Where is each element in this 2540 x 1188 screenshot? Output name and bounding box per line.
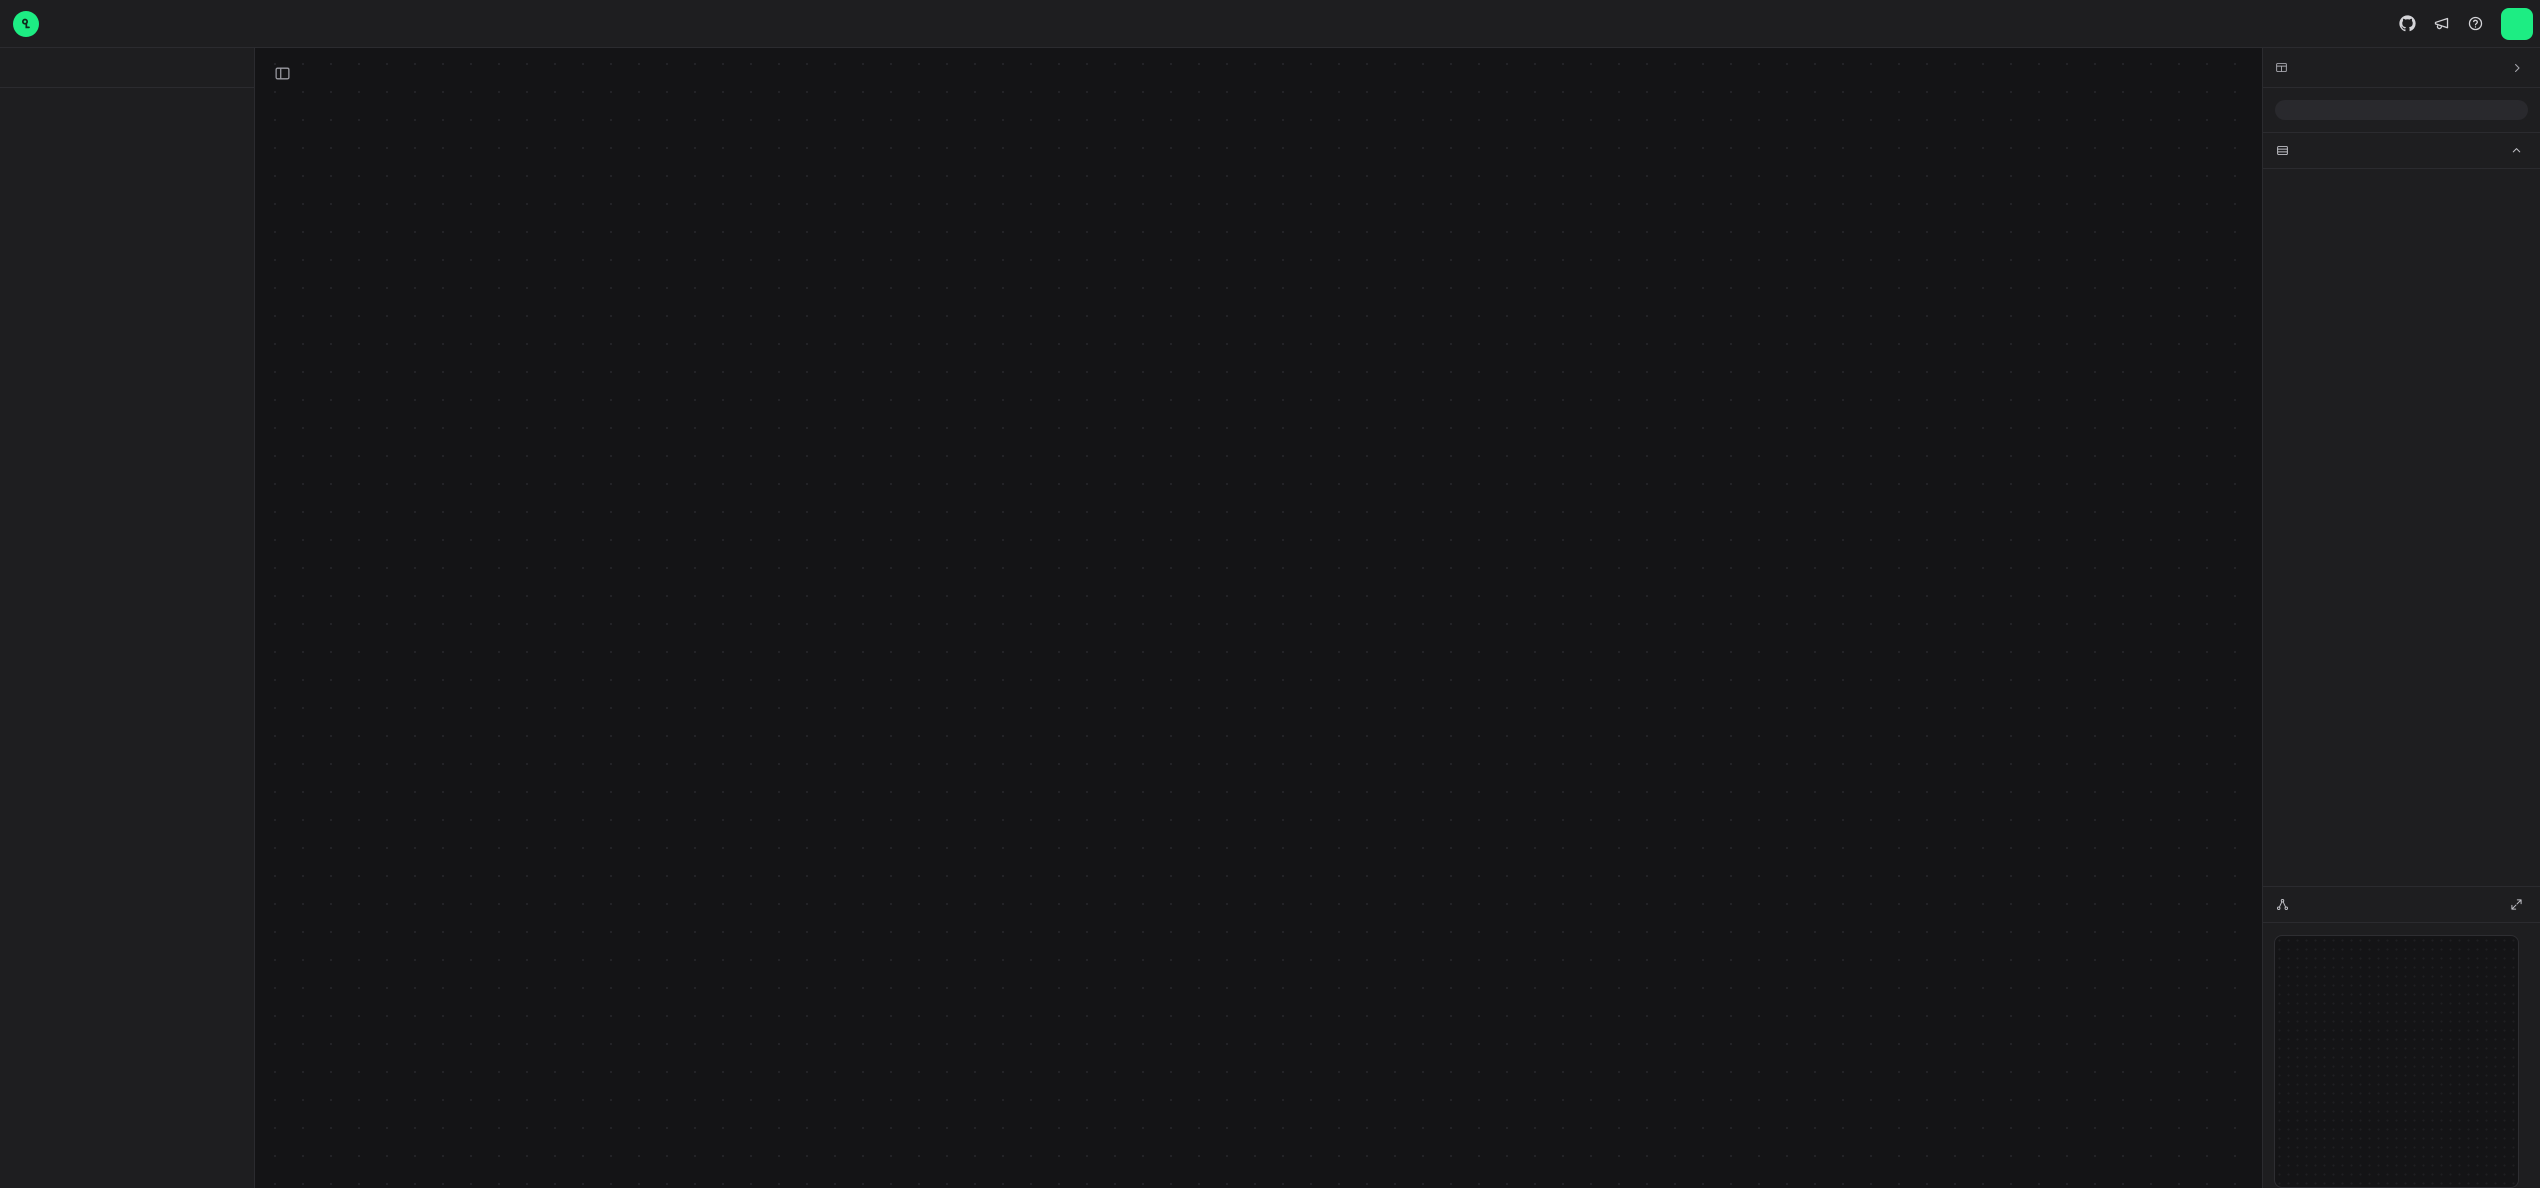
topbar — [0, 0, 2540, 48]
megaphone-icon — [2433, 15, 2450, 32]
table-icon — [2275, 61, 2288, 74]
help-button[interactable] — [2461, 10, 2489, 38]
expand-icon — [2510, 898, 2523, 911]
copy-link-button[interactable] — [2501, 8, 2533, 40]
chevron-right-icon — [2510, 61, 2524, 75]
columns-section-header — [2263, 132, 2540, 169]
panel-left-icon — [274, 65, 291, 82]
related-tables-section — [2263, 886, 2540, 1188]
detail-panel-header — [2263, 48, 2540, 88]
sidebar-header — [0, 48, 254, 88]
help-icon — [2467, 15, 2484, 32]
related-tables-minimap[interactable] — [2274, 935, 2519, 1188]
related-tables-header — [2263, 886, 2540, 923]
waypoints-icon — [2276, 898, 2289, 911]
open-related-tables-button[interactable] — [2505, 894, 2527, 916]
github-button[interactable] — [2393, 10, 2421, 38]
minimap-edges — [2275, 936, 2519, 1180]
announcement-button[interactable] — [2427, 10, 2455, 38]
github-icon — [2399, 15, 2416, 32]
columns-collapse-button[interactable] — [2505, 140, 2527, 162]
liam-logo-icon[interactable] — [13, 11, 39, 37]
erd-canvas[interactable] — [255, 48, 2262, 1188]
chevron-up-icon — [2510, 144, 2523, 157]
erd-edges — [255, 48, 2262, 1188]
sidebar — [0, 48, 255, 1188]
sidebar-table-list — [0, 88, 254, 94]
table-description — [2275, 100, 2528, 120]
detail-panel — [2262, 48, 2540, 1188]
rows-icon — [2276, 144, 2289, 157]
sidebar-toggle-button[interactable] — [269, 60, 295, 86]
topbar-actions — [2393, 8, 2540, 40]
panel-close-button[interactable] — [2506, 57, 2528, 79]
